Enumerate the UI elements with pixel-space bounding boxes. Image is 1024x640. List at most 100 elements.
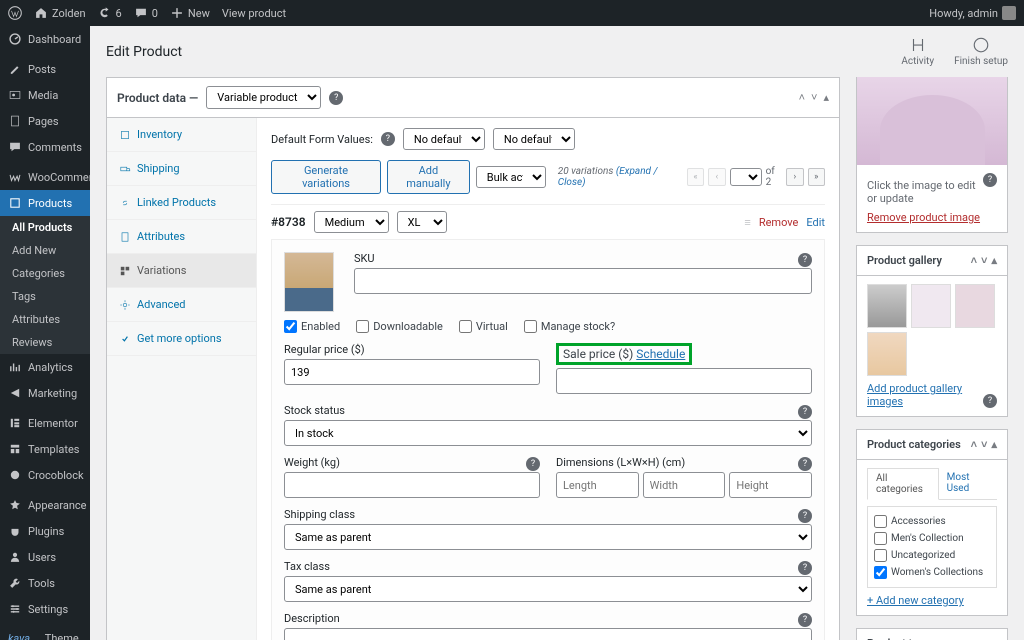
variation-size-select[interactable]: XL (397, 211, 447, 233)
panel-down-icon[interactable]: ˅ (981, 254, 987, 267)
sidebar-item-templates[interactable]: Templates (0, 436, 90, 462)
downloadable-checkbox[interactable]: Downloadable (356, 320, 443, 333)
help-icon[interactable]: ? (381, 132, 395, 146)
updates[interactable]: 6 (98, 6, 122, 20)
help-icon[interactable]: ? (798, 253, 812, 267)
virtual-checkbox[interactable]: Virtual (459, 320, 508, 333)
remove-link[interactable]: Remove (759, 216, 799, 229)
all-categories-tab[interactable]: All categories (867, 468, 939, 500)
panel-toggle-icon[interactable]: ▴ (991, 438, 997, 451)
default-color-select[interactable]: No default color... (403, 128, 485, 150)
product-image[interactable] (857, 77, 1007, 165)
most-used-tab[interactable]: Most Used (939, 468, 997, 499)
help-icon[interactable]: ? (983, 394, 997, 408)
stock-status-select[interactable]: In stock (284, 420, 812, 446)
tab-get-more[interactable]: Get more options (107, 322, 256, 356)
gallery-thumb[interactable] (867, 284, 907, 328)
submenu-tags[interactable]: Tags (0, 285, 90, 308)
tax-class-select[interactable]: Same as parent (284, 576, 812, 602)
sidebar-item-analytics[interactable]: Analytics (0, 354, 90, 380)
tab-advanced[interactable]: Advanced (107, 288, 256, 322)
site-name[interactable]: Zolden (34, 6, 86, 20)
gallery-thumb[interactable] (867, 332, 907, 376)
gallery-thumb[interactable] (955, 284, 995, 328)
wp-logo[interactable] (8, 6, 22, 20)
sidebar-item-marketing[interactable]: Marketing (0, 380, 90, 406)
sidebar-item-comments[interactable]: Comments (0, 134, 90, 160)
sidebar-item-users[interactable]: Users (0, 544, 90, 570)
view-product[interactable]: View product (222, 7, 286, 20)
add-manually-button[interactable]: Add manually (387, 160, 470, 194)
category-item[interactable]: Men's Collection (874, 530, 990, 547)
generate-variations-button[interactable]: Generate variations (271, 160, 381, 194)
new-content[interactable]: New (170, 6, 210, 20)
first-page-icon[interactable]: « (687, 168, 704, 186)
tab-attributes[interactable]: Attributes (107, 220, 256, 254)
variation-color-select[interactable]: Medium Brown (314, 211, 389, 233)
sidebar-item-elementor[interactable]: Elementor (0, 410, 90, 436)
sidebar-item-products[interactable]: Products (0, 190, 90, 216)
help-icon[interactable]: ? (798, 613, 812, 627)
help-icon[interactable]: ? (798, 405, 812, 419)
height-input[interactable] (729, 472, 812, 498)
submenu-all-products[interactable]: All Products (0, 216, 90, 239)
help-icon[interactable]: ? (798, 509, 812, 523)
help-icon[interactable]: ? (329, 91, 343, 105)
howdy[interactable]: Howdy, admin (929, 6, 1016, 20)
product-type-select[interactable]: Variable product (206, 86, 321, 109)
default-size-select[interactable]: No default size... (493, 128, 575, 150)
length-input[interactable] (556, 472, 639, 498)
panel-up-icon[interactable]: ˄ (971, 254, 977, 267)
panel-toggle-icon[interactable]: ▴ (823, 91, 829, 104)
manage-stock-checkbox[interactable]: Manage stock? (524, 320, 615, 333)
add-gallery-link[interactable]: Add product gallery images (867, 382, 997, 408)
weight-input[interactable] (284, 472, 540, 498)
sku-input[interactable] (354, 268, 812, 294)
sidebar-item-crocoblock[interactable]: Crocoblock (0, 462, 90, 488)
next-page-icon[interactable]: › (786, 168, 803, 186)
finish-setup-button[interactable]: Finish setup (954, 36, 1008, 67)
tab-shipping[interactable]: Shipping (107, 152, 256, 186)
help-icon[interactable]: ? (526, 457, 540, 471)
add-category-link[interactable]: + Add new category (867, 594, 997, 607)
edit-link[interactable]: Edit (806, 216, 825, 229)
width-input[interactable] (643, 472, 726, 498)
panel-toggle-icon[interactable]: ▴ (991, 254, 997, 267)
sidebar-item-theme[interactable]: kava Theme (0, 626, 90, 640)
drag-handle-icon[interactable]: ≡ (744, 216, 750, 229)
submenu-add-new[interactable]: Add New (0, 239, 90, 262)
tab-inventory[interactable]: Inventory (107, 118, 256, 152)
submenu-reviews[interactable]: Reviews (0, 331, 90, 354)
schedule-link[interactable]: Schedule (636, 347, 685, 361)
panel-down-icon[interactable]: ˅ (981, 438, 987, 451)
sidebar-item-settings[interactable]: Settings (0, 596, 90, 622)
submenu-attributes[interactable]: Attributes (0, 308, 90, 331)
shipping-class-select[interactable]: Same as parent (284, 524, 812, 550)
tab-variations[interactable]: Variations (107, 254, 256, 288)
tab-linked-products[interactable]: Linked Products (107, 186, 256, 220)
category-item[interactable]: Accessories (874, 513, 990, 530)
enabled-checkbox[interactable]: Enabled (284, 320, 340, 333)
help-icon[interactable]: ? (983, 173, 997, 187)
gallery-thumb[interactable] (911, 284, 951, 328)
submenu-categories[interactable]: Categories (0, 262, 90, 285)
activity-button[interactable]: Activity (901, 36, 934, 67)
prev-page-icon[interactable]: ‹ (708, 168, 725, 186)
sidebar-item-pages[interactable]: Pages (0, 108, 90, 134)
remove-image-link[interactable]: Remove product image (867, 211, 997, 224)
category-item[interactable]: Women's Collections (874, 564, 990, 581)
comments-count[interactable]: 0 (134, 6, 158, 20)
sidebar-item-plugins[interactable]: Plugins (0, 518, 90, 544)
sidebar-item-tools[interactable]: Tools (0, 570, 90, 596)
panel-up-icon[interactable]: ˄ (799, 91, 805, 104)
help-icon[interactable]: ? (798, 457, 812, 471)
help-icon[interactable]: ? (798, 561, 812, 575)
sidebar-item-dashboard[interactable]: Dashboard (0, 26, 90, 52)
description-textarea[interactable] (284, 628, 812, 640)
category-item[interactable]: Uncategorized (874, 547, 990, 564)
panel-up-icon[interactable]: ˄ (971, 438, 977, 451)
last-page-icon[interactable]: » (808, 168, 825, 186)
panel-down-icon[interactable]: ˅ (811, 91, 817, 104)
page-select[interactable]: 1 (730, 168, 762, 186)
sidebar-item-posts[interactable]: Posts (0, 56, 90, 82)
